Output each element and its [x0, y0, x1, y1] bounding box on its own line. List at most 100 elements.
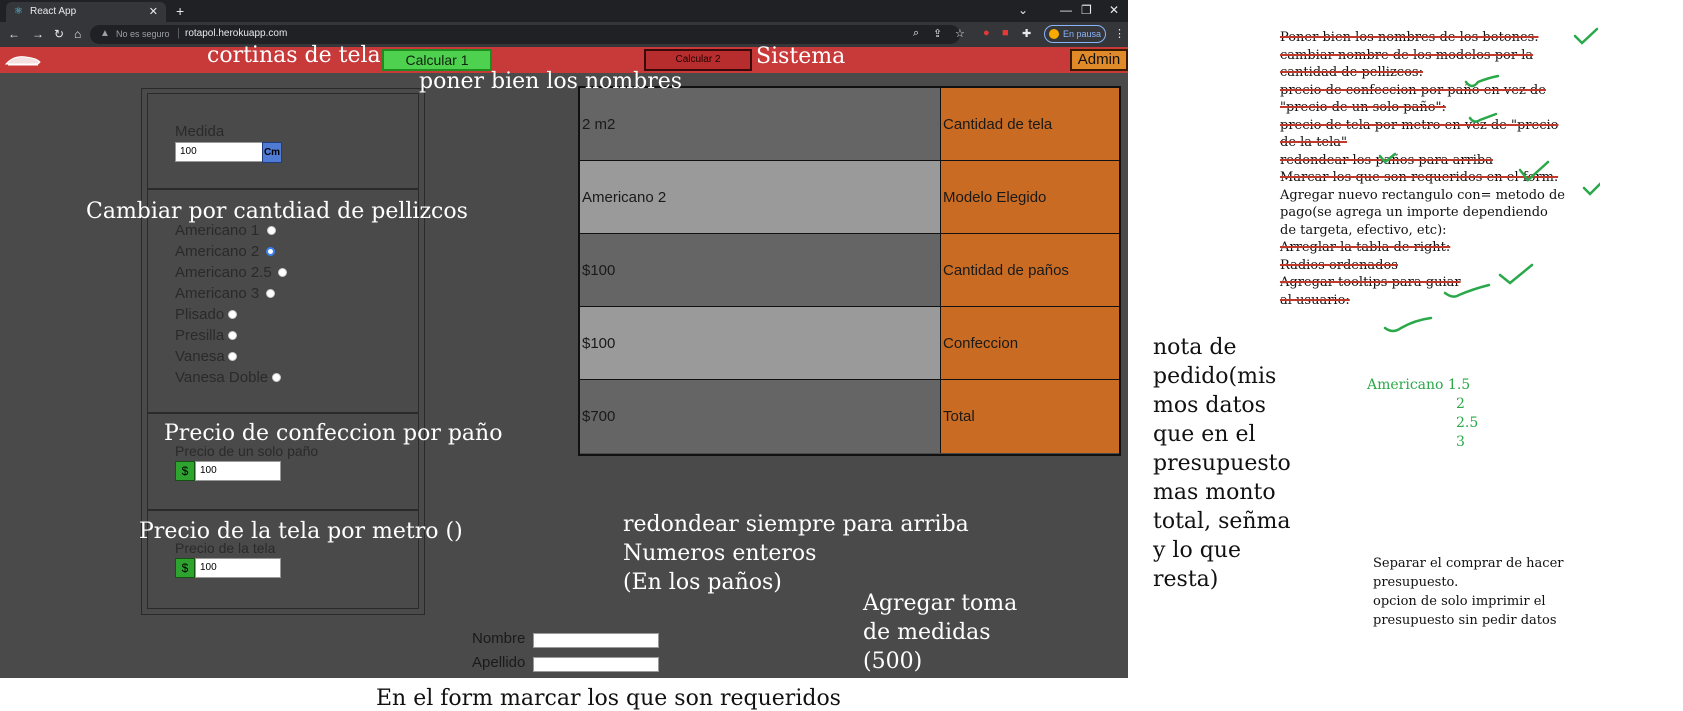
nombre-label: Nombre — [472, 630, 526, 647]
checkmark-icon — [1464, 74, 1500, 88]
admin-button[interactable]: Admin — [1070, 49, 1128, 71]
zoom-icon[interactable]: ⌕ — [913, 27, 919, 40]
arrow-left-icon[interactable]: ← — [8, 27, 20, 41]
model-radio-label[interactable]: Americano 3 — [175, 285, 259, 302]
model-radio-button[interactable] — [272, 373, 281, 382]
apellido-input[interactable] — [533, 657, 659, 672]
annotation-precio-confeccion: Precio de confeccion por paño — [164, 421, 503, 446]
medida-label: Medida — [175, 123, 225, 140]
annotation-precio-tela-metro: Precio de la tela por metro () — [139, 519, 463, 544]
checkmark-icon — [1468, 112, 1498, 123]
nota-pedido-line: resta) — [1153, 567, 1219, 592]
model-radio-button[interactable] — [228, 310, 237, 319]
checkmarks-group — [1378, 27, 1600, 333]
value-text: $700 — [582, 408, 616, 425]
address-bar[interactable]: ▲ No es seguro | rotapol.herokuapp.com — [90, 25, 960, 44]
calcular-1-button[interactable]: Calcular 1 — [382, 49, 492, 71]
checkmark-icon — [1582, 182, 1600, 196]
arrow-right-icon[interactable]: → — [32, 27, 44, 41]
value-cell: 2 m2 — [580, 88, 941, 160]
divider: | — [177, 27, 180, 39]
label-text: Total — [943, 408, 975, 425]
tab-close-icon[interactable]: ✕ — [149, 5, 158, 18]
nota-pedido-line: presupuesto — [1153, 451, 1291, 476]
annotation-toma-medidas-2: de medidas — [863, 620, 991, 645]
browser-tab[interactable]: ⚛ React App ✕ — [6, 2, 166, 22]
nota-pedido-line: mos datos — [1153, 393, 1266, 418]
model-radio-button[interactable] — [267, 226, 276, 235]
profile-pause-button[interactable]: En pausa — [1044, 25, 1106, 43]
model-radio-button[interactable] — [266, 289, 275, 298]
kebab-menu-icon[interactable]: ⋮ — [1114, 27, 1125, 40]
reload-icon[interactable]: ↻ — [54, 27, 64, 41]
value-text: $100 — [582, 335, 616, 352]
extension-red-icon[interactable]: ● — [983, 27, 990, 39]
americano-size-item: 3 — [1456, 434, 1465, 450]
model-radio-label[interactable]: Americano 2 — [175, 243, 259, 260]
value-text: 2 m2 — [582, 116, 616, 133]
logo-icon — [4, 56, 41, 66]
url-text[interactable]: rotapol.herokuapp.com — [185, 28, 287, 39]
nota-pedido-line: total, señma — [1153, 509, 1291, 534]
react-favicon-icon: ⚛ — [14, 6, 23, 17]
tab-search-icon[interactable]: ⌄ — [1018, 3, 1028, 17]
annotation-redondear-2: Numeros enteros — [623, 541, 817, 566]
calcular-2-button[interactable]: Calcular 2 — [644, 49, 752, 71]
share-icon[interactable]: ⇪ — [933, 27, 942, 40]
nombre-input[interactable] — [533, 633, 659, 648]
value-text: $100 — [582, 262, 616, 279]
value-cell: $100 — [580, 307, 941, 379]
label-cell: Confeccion — [941, 307, 1119, 379]
nota-pedido-line: y lo que — [1153, 538, 1241, 563]
model-radio-button[interactable] — [228, 331, 237, 340]
currency-badge: $ — [175, 558, 195, 578]
annotation-requeridos: En el form marcar los que son requeridos — [376, 686, 841, 711]
checkmark-icon — [1383, 316, 1433, 333]
precio-tela-input[interactable]: 100 — [195, 558, 281, 578]
minimize-button[interactable]: — — [1060, 3, 1072, 17]
unit-cm-button[interactable]: Cm — [262, 142, 282, 163]
medida-input[interactable]: 100 — [175, 142, 263, 162]
model-radio-button[interactable] — [278, 268, 287, 277]
label-text: Confeccion — [943, 335, 1019, 352]
model-radio-label[interactable]: Vanesa Doble — [175, 369, 268, 386]
separar-line: opcion de solo imprimir el — [1373, 594, 1546, 609]
value-cell: $700 — [580, 380, 941, 453]
separar-line: presupuesto sin pedir datos — [1373, 613, 1557, 628]
table-row: $100 Cantidad de paños — [580, 234, 1119, 307]
nota-pedido-line: nota de — [1153, 335, 1237, 360]
label-text: Cantidad de tela — [943, 116, 1053, 133]
label-cell: Cantidad de paños — [941, 234, 1119, 306]
maximize-button[interactable]: ❐ — [1081, 3, 1092, 17]
star-icon[interactable]: ☆ — [955, 27, 965, 40]
model-radio-button[interactable] — [228, 352, 237, 361]
annotation-cortinas: cortinas de tela — [207, 43, 381, 68]
model-radio-label[interactable]: Americano 1 — [175, 222, 259, 239]
pause-label: En pausa — [1063, 29, 1102, 39]
label-cell: Total — [941, 380, 1119, 453]
home-icon[interactable]: ⌂ — [74, 27, 81, 41]
tab-strip: ⚛ React App ✕ + ⌄ — ❐ ✕ — [0, 0, 1128, 22]
value-cell: $100 — [580, 234, 941, 306]
adblock-icon[interactable]: ■ — [1002, 27, 1009, 39]
divider — [147, 412, 419, 414]
currency-badge: $ — [175, 461, 195, 481]
table-row: $100 Confeccion — [580, 307, 1119, 380]
model-radio-label[interactable]: Plisado — [175, 306, 224, 323]
avatar — [1049, 29, 1059, 39]
checkmark-icon — [1443, 283, 1491, 298]
checkmark-icon — [1498, 263, 1534, 285]
checkmark-icon — [1518, 160, 1550, 182]
model-radio-label[interactable]: Americano 2.5 — [175, 264, 272, 281]
annotation-sistema: Sistema — [756, 44, 846, 69]
americano-size-item: 2.5 — [1456, 415, 1479, 431]
checkmark-icon — [1378, 152, 1397, 164]
divider — [147, 188, 419, 190]
new-tab-button[interactable]: + — [176, 3, 184, 19]
model-radio-label[interactable]: Presilla — [175, 327, 224, 344]
model-radio-button[interactable] — [266, 247, 275, 256]
extensions-puzzle-icon[interactable]: ✚ — [1022, 27, 1031, 40]
window-close-button[interactable]: ✕ — [1109, 3, 1119, 17]
model-radio-label[interactable]: Vanesa — [175, 348, 225, 365]
precio-panio-input[interactable]: 100 — [195, 461, 281, 481]
